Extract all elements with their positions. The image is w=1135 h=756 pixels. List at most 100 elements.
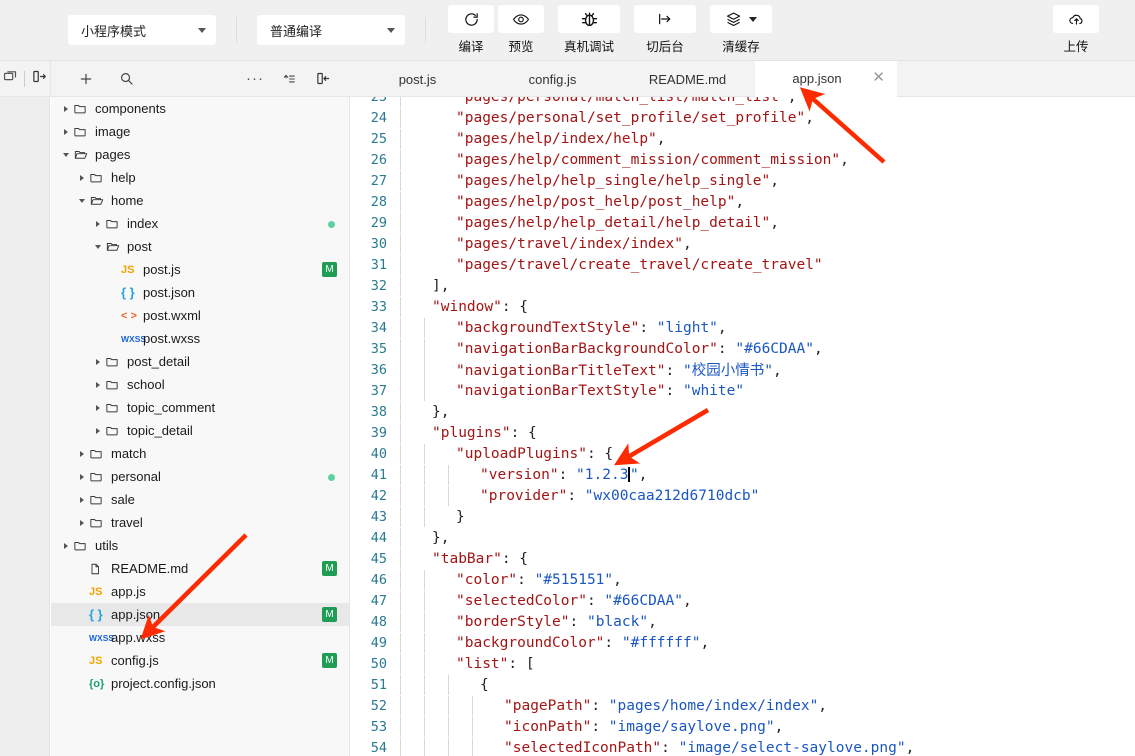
chevron-right-icon[interactable] [91, 358, 105, 365]
tree-item-components[interactable]: components [51, 97, 349, 120]
tree-item-post-json[interactable]: { } post.json [51, 281, 349, 304]
tree-item-app-json[interactable]: { } app.json M [51, 603, 349, 626]
compile-mode-select[interactable]: 普通编译 [257, 15, 405, 45]
close-icon[interactable]: ✕ [872, 70, 885, 85]
tree-item-app-js[interactable]: JS app.js [51, 580, 349, 603]
chevron-down-icon[interactable] [59, 152, 73, 157]
code-line[interactable]: 40 "uploadPlugins": { [351, 443, 1135, 464]
code-line[interactable]: 30 "pages/travel/index/index", [351, 233, 1135, 254]
code-line[interactable]: 49 "backgroundColor": "#ffffff", [351, 632, 1135, 653]
chevron-right-icon[interactable] [59, 542, 73, 549]
tree-item-post-wxml[interactable]: < > post.wxml [51, 304, 349, 327]
add-file-button[interactable] [69, 61, 103, 97]
code-line[interactable]: 38}, [351, 401, 1135, 422]
upload-button[interactable]: 上传 [1053, 4, 1099, 56]
modified-badge: M [322, 561, 337, 576]
chevron-right-icon[interactable] [75, 496, 89, 503]
code-line[interactable]: 24 "pages/personal/set_profile/set_profil… [351, 107, 1135, 128]
tab-post-js[interactable]: post.js [350, 61, 485, 97]
editor-panel-toggle-icon[interactable] [32, 69, 47, 89]
code-line[interactable]: 45 "tabBar": { [351, 548, 1135, 569]
code-text: "color": "#515151", [396, 569, 622, 590]
tree-item-topic-comment[interactable]: topic_comment [51, 396, 349, 419]
chevron-right-icon[interactable] [75, 473, 89, 480]
tree-item-project-config-json[interactable]: {o} project.config.json [51, 672, 349, 695]
code-line[interactable]: 53 "iconPath": "image/saylove.png", [351, 716, 1135, 737]
code-line[interactable]: 29 "pages/help/help_detail/help_detail", [351, 212, 1135, 233]
preview-button[interactable]: 预览 [498, 4, 544, 56]
code-line[interactable]: 52 "pagePath": "pages/home/index/index", [351, 695, 1135, 716]
chevron-right-icon[interactable] [91, 220, 105, 227]
tree-item-config-js[interactable]: JS config.js M [51, 649, 349, 672]
chevron-right-icon[interactable] [75, 174, 89, 181]
line-number: 26 [370, 151, 387, 168]
tab-config-js[interactable]: config.js [485, 61, 620, 97]
tree-item-image[interactable]: image [51, 120, 349, 143]
tab-app-json[interactable]: app.json ✕ [755, 61, 897, 97]
switch-background-button[interactable]: 切后台 [634, 4, 696, 56]
code-line[interactable]: 44}, [351, 527, 1135, 548]
tree-item-travel[interactable]: travel [51, 511, 349, 534]
code-line[interactable]: 35 "navigationBarBackgroundColor": "#66CD… [351, 338, 1135, 359]
mode-select[interactable]: 小程序模式 [68, 15, 216, 45]
collapse-panel-icon[interactable] [306, 61, 340, 97]
code-line[interactable]: 36 "navigationBarTitleText": "校园小情书", [351, 357, 1135, 382]
chevron-right-icon[interactable] [75, 450, 89, 457]
chevron-down-icon[interactable] [91, 244, 105, 249]
tree-item-topic-detail[interactable]: topic_detail [51, 419, 349, 442]
code-line[interactable]: 26 "pages/help/comment_mission/comment_mi… [351, 149, 1135, 170]
clear-cache-button[interactable]: 清缓存 [710, 4, 772, 56]
search-icon[interactable] [109, 61, 143, 97]
code-editor[interactable]: 23"pages/personal/match_list/match_list"… [351, 97, 1135, 756]
code-line[interactable]: 39 "plugins": { [351, 422, 1135, 443]
code-line[interactable]: 48 "borderStyle": "black", [351, 611, 1135, 632]
code-line[interactable]: 23"pages/personal/match_list/match_list"… [351, 97, 1135, 107]
code-line[interactable]: 50 "list": [ [351, 653, 1135, 674]
chevron-right-icon[interactable] [59, 128, 73, 135]
tree-item-utils[interactable]: utils [51, 534, 349, 557]
more-options-button[interactable]: ··· [238, 61, 272, 97]
code-line[interactable]: 41 "version": "1.2.3 ", [351, 464, 1135, 485]
code-line[interactable]: 32], [351, 275, 1135, 296]
tree-item-README-md[interactable]: README.md M [51, 557, 349, 580]
tree-item-label: topic_detail [127, 423, 193, 438]
chevron-right-icon[interactable] [59, 105, 73, 112]
chevron-right-icon[interactable] [91, 404, 105, 411]
code-line[interactable]: 46 "color": "#515151", [351, 569, 1135, 590]
file-explorer-tree[interactable]: components image pages help home index post JS p… [51, 97, 350, 756]
chevron-right-icon[interactable] [75, 519, 89, 526]
tree-item-app-wxss[interactable]: WXSS app.wxss [51, 626, 349, 649]
real-device-debug-button[interactable]: 真机调试 [558, 4, 620, 56]
tree-item-school[interactable]: school [51, 373, 349, 396]
code-line[interactable]: 43} [351, 506, 1135, 527]
chevron-down-icon[interactable] [75, 198, 89, 203]
code-line[interactable]: 27 "pages/help/help_single/help_single", [351, 170, 1135, 191]
tree-item-index[interactable]: index [51, 212, 349, 235]
tree-item-post-js[interactable]: JS post.js M [51, 258, 349, 281]
compile-button[interactable]: 编译 [448, 4, 494, 56]
tree-item-post[interactable]: post [51, 235, 349, 258]
tree-item-home[interactable]: home [51, 189, 349, 212]
tree-item-personal[interactable]: personal [51, 465, 349, 488]
code-line[interactable]: 33 "window": { [351, 296, 1135, 317]
code-line[interactable]: 42 "provider": "wx00caa212d6710dcb" [351, 485, 1135, 506]
tree-item-post-wxss[interactable]: WXSS post.wxss [51, 327, 349, 350]
sort-icon[interactable] [272, 61, 306, 97]
tab-readme-md[interactable]: README.md [620, 61, 755, 97]
tree-item-pages[interactable]: pages [51, 143, 349, 166]
code-line[interactable]: 28 "pages/help/post_help/post_help", [351, 191, 1135, 212]
code-line[interactable]: 37 "navigationBarTextStyle": "white" [351, 380, 1135, 401]
chevron-right-icon[interactable] [91, 427, 105, 434]
code-line[interactable]: 54 "selectedIconPath": "image/select-sayl… [351, 737, 1135, 756]
simulator-toggle-icon[interactable] [3, 69, 18, 89]
code-line[interactable]: 51 { [351, 674, 1135, 695]
code-line[interactable]: 34 "backgroundTextStyle": "light", [351, 317, 1135, 338]
code-line[interactable]: 47 "selectedColor": "#66CDAA", [351, 590, 1135, 611]
tree-item-match[interactable]: match [51, 442, 349, 465]
tree-item-help[interactable]: help [51, 166, 349, 189]
tree-item-sale[interactable]: sale [51, 488, 349, 511]
code-line[interactable]: 31 "pages/travel/create_travel/create_tra… [351, 254, 1135, 275]
tree-item-post-detail[interactable]: post_detail [51, 350, 349, 373]
chevron-right-icon[interactable] [91, 381, 105, 388]
code-line[interactable]: 25 "pages/help/index/help", [351, 128, 1135, 149]
